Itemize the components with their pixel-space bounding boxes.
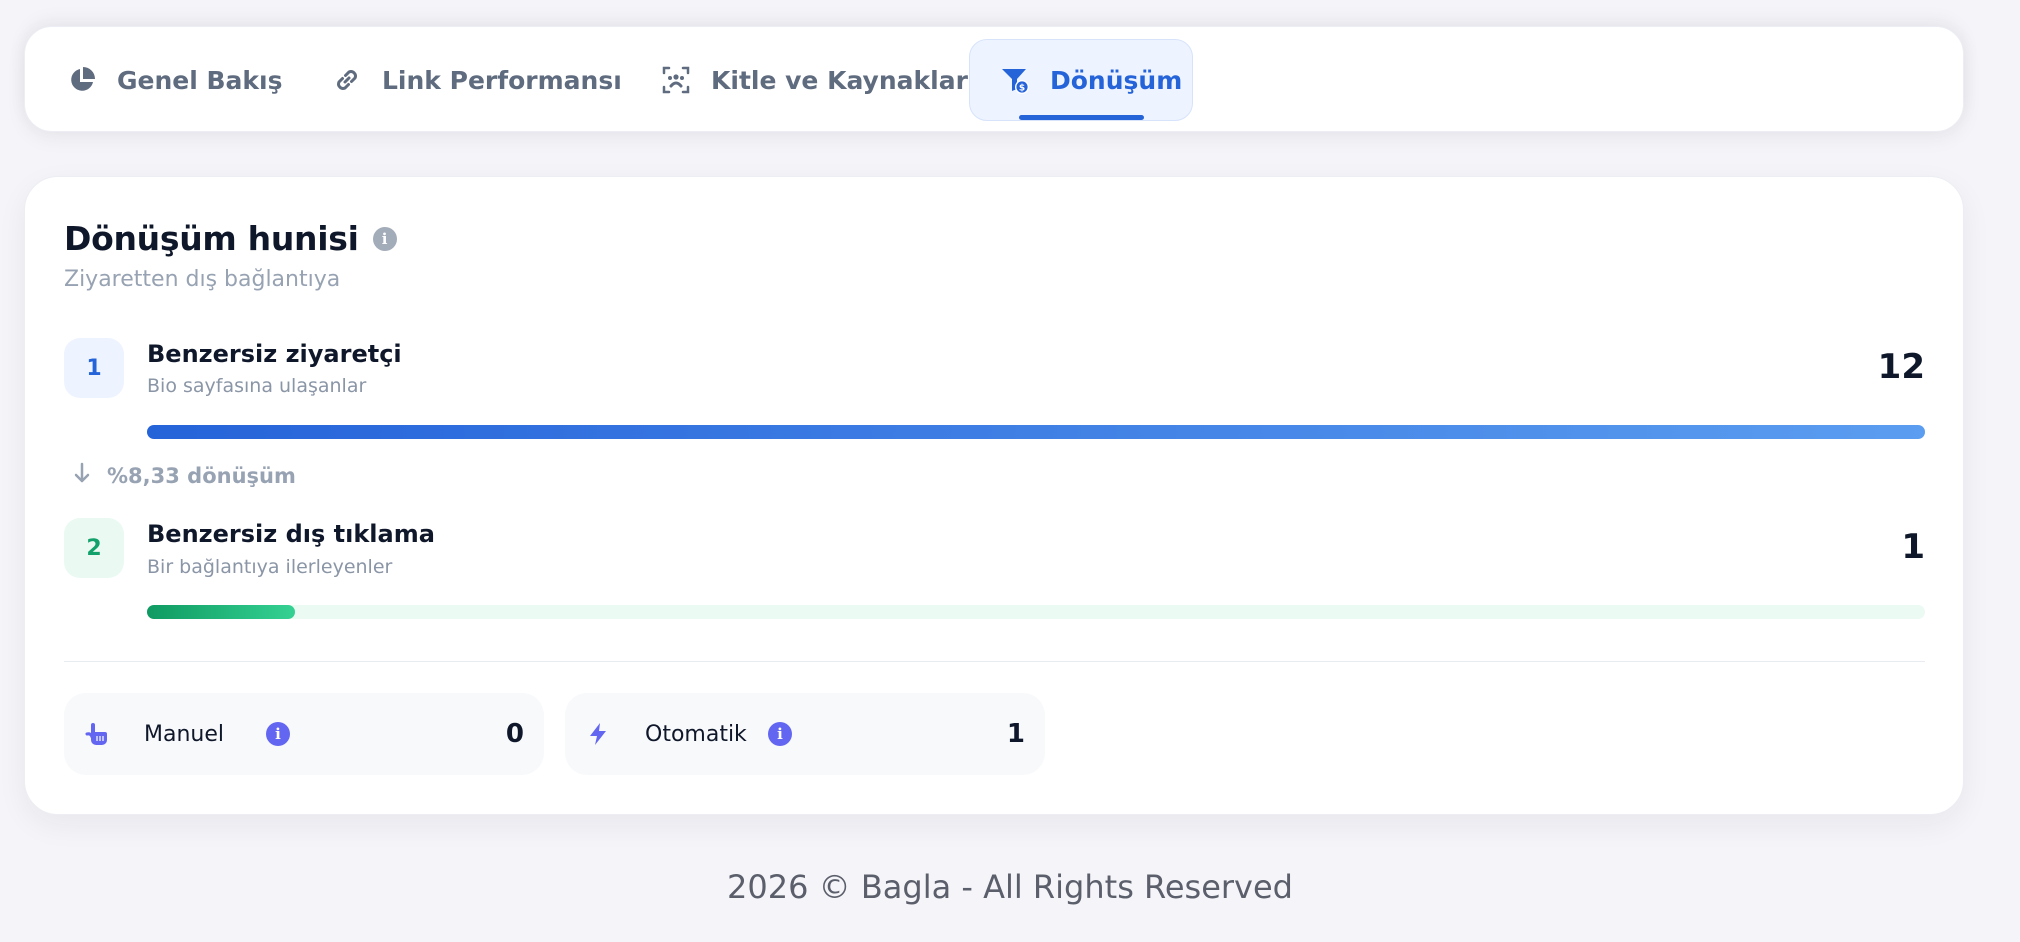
- info-icon[interactable]: i: [768, 722, 792, 746]
- step-progress-fill: [147, 425, 1925, 439]
- hand-pointer-icon: [84, 721, 110, 747]
- tab-genel-bakis[interactable]: Genel Bakış: [25, 39, 285, 121]
- card-subtitle: Ziyaretten dış bağlantıya: [64, 267, 341, 292]
- step-progress-track: [147, 605, 1925, 619]
- tab-link-performansi[interactable]: Link Performansı: [290, 39, 630, 121]
- conversion-funnel-card: Dönüşüm hunisi i Ziyaretten dış bağlantı…: [24, 176, 1964, 815]
- funnel-icon: $: [1000, 65, 1030, 95]
- svg-text:$: $: [1019, 84, 1025, 94]
- conversion-rate-text: %8,33 dönüşüm: [107, 463, 296, 488]
- step-progress-track: [147, 425, 1925, 439]
- audience-icon: [661, 65, 691, 95]
- step-number-badge: 2: [64, 518, 124, 578]
- tab-label: Link Performansı: [382, 65, 622, 95]
- step-description: Bir bağlantıya ilerleyenler: [147, 556, 393, 578]
- info-icon[interactable]: i: [372, 226, 397, 251]
- step-number-badge: 1: [64, 338, 124, 398]
- step-description: Bio sayfasına ulaşanlar: [147, 375, 367, 397]
- card-title: Dönüşüm hunisi: [64, 219, 359, 258]
- tab-label: Kitle ve Kaynaklar: [711, 65, 968, 95]
- mode-card-manuel: Manuel i 0: [64, 693, 544, 775]
- mode-card-otomatik: Otomatik i 1: [565, 693, 1045, 775]
- mode-label: Manuel: [144, 721, 224, 747]
- mode-value: 1: [1006, 719, 1025, 749]
- card-header: Dönüşüm hunisi i: [64, 219, 397, 258]
- pie-chart-icon: [67, 65, 97, 95]
- step-title: Benzersiz dış tıklama: [147, 520, 435, 548]
- divider: [64, 661, 1925, 662]
- tab-donusum[interactable]: $ Dönüşüm: [969, 39, 1193, 121]
- footer-copyright: 2026 © Bagla - All Rights Reserved: [727, 868, 1293, 906]
- info-icon[interactable]: i: [266, 722, 290, 746]
- active-tab-indicator: [1019, 115, 1144, 120]
- arrow-down-icon: [73, 462, 91, 489]
- tab-label: Genel Bakış: [117, 65, 283, 95]
- tab-label: Dönüşüm: [1050, 65, 1183, 95]
- mode-label: Otomatik: [645, 721, 747, 747]
- step-value: 12: [1877, 347, 1925, 387]
- conversion-rate: %8,33 dönüşüm: [73, 462, 296, 489]
- mode-value: 0: [505, 719, 524, 749]
- step-value: 1: [1901, 527, 1925, 567]
- tab-kitle-ve-kaynaklar[interactable]: Kitle ve Kaynaklar: [619, 39, 999, 121]
- step-title: Benzersiz ziyaretçi: [147, 340, 402, 368]
- analytics-tabs: Genel Bakış Link Performansı Kitle ve Ka…: [24, 26, 1964, 132]
- step-progress-fill: [147, 605, 296, 619]
- link-icon: [332, 65, 362, 95]
- lightning-icon: [585, 721, 611, 747]
